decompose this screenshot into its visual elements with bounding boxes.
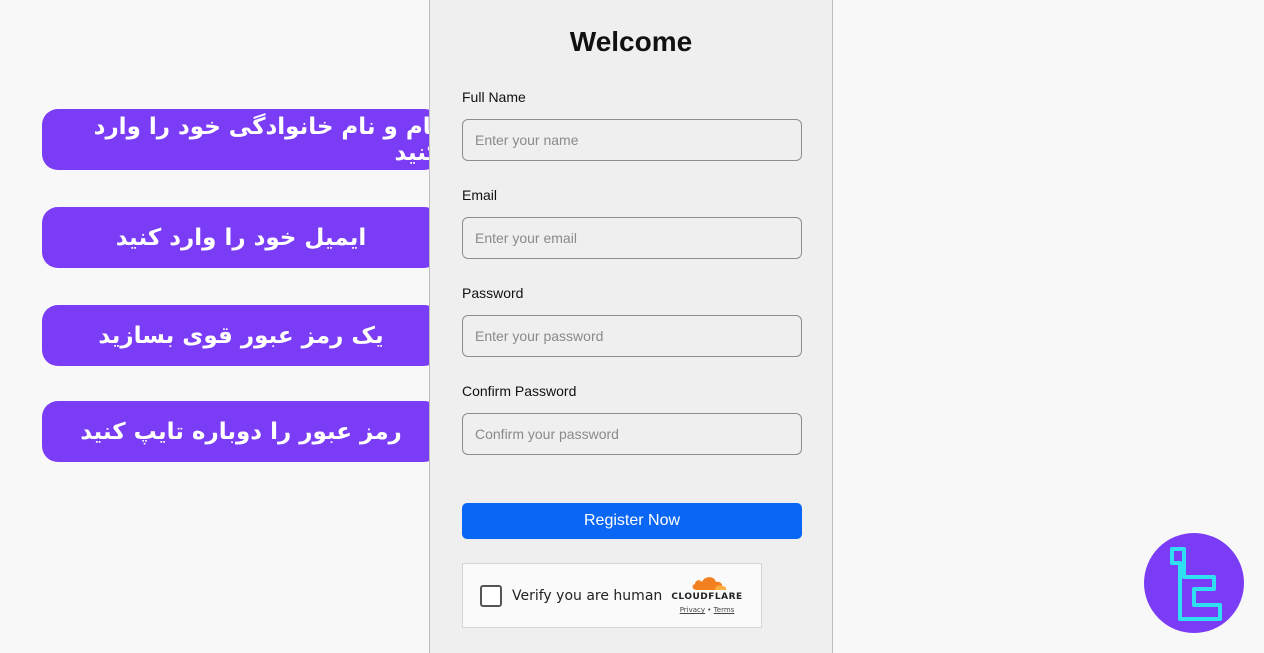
- password-label: Password: [462, 285, 524, 301]
- cloudflare-brand: CLOUDFLARE Privacy • Terms: [667, 574, 747, 614]
- registration-form: Welcome Full Name Email Password Confirm…: [429, 0, 833, 653]
- page: نام و نام خانوادگی خود را وارد کنید ایمی…: [0, 0, 1264, 653]
- privacy-link[interactable]: Privacy: [680, 606, 705, 614]
- captcha-label: Verify you are human: [512, 588, 663, 604]
- captcha-checkbox[interactable]: [480, 585, 502, 607]
- links-separator: •: [707, 606, 712, 614]
- email-label: Email: [462, 187, 498, 203]
- register-button[interactable]: Register Now: [462, 503, 802, 539]
- full-name-label: Full Name: [462, 89, 526, 105]
- annotation-password: یک رمز عبور قوی بسازید: [42, 305, 440, 366]
- email-input[interactable]: [462, 217, 802, 259]
- full-name-input[interactable]: [462, 119, 802, 161]
- confirm-password-label: Confirm Password: [462, 383, 577, 399]
- cloudflare-wordmark: CLOUDFLARE: [671, 592, 743, 602]
- tl-logo-icon: [1144, 533, 1244, 633]
- password-input[interactable]: [462, 315, 802, 357]
- confirm-password-input[interactable]: [462, 413, 802, 455]
- annotation-full-name: نام و نام خانوادگی خود را وارد کنید: [42, 109, 440, 170]
- annotation-email: ایمیل خود را وارد کنید: [42, 207, 440, 268]
- form-title: Welcome: [569, 26, 693, 57]
- captcha-widget: Verify you are human CLOUDFLARE Privacy …: [462, 563, 762, 628]
- cloudflare-cloud-icon: [692, 577, 727, 590]
- captcha-links: Privacy • Terms: [667, 606, 747, 614]
- terms-link[interactable]: Terms: [714, 606, 735, 614]
- annotation-confirm-password: رمز عبور را دوباره تایپ کنید: [42, 401, 440, 462]
